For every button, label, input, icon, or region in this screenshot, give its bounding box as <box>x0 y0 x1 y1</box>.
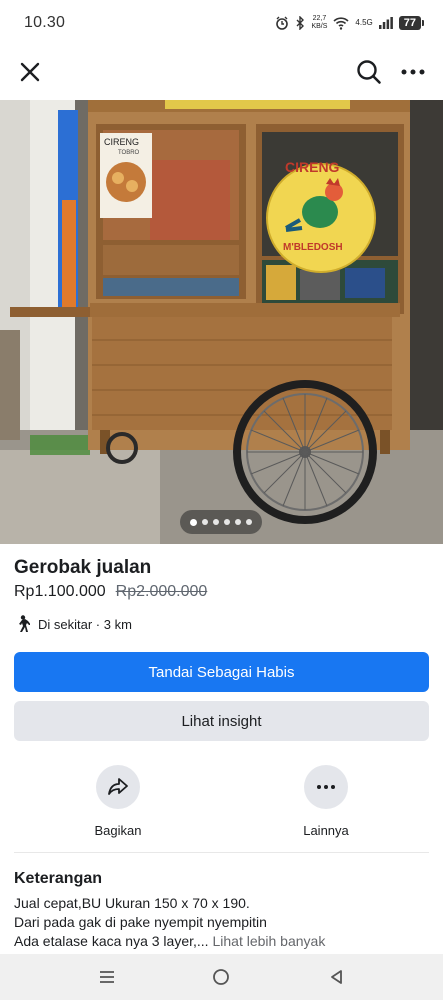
carousel-dot[interactable] <box>235 519 241 525</box>
status-time: 10.30 <box>24 14 66 31</box>
listing-title: Gerobak jualan <box>14 557 152 578</box>
app-bar <box>0 46 443 98</box>
sign-subtitle: M'BLEDOSH <box>283 242 343 253</box>
battery-indicator: 77 <box>398 16 425 30</box>
status-bar: 10.30 22,7 KB/S 4.5G 77 <box>0 0 443 46</box>
share-action[interactable]: Bagikan <box>73 765 163 838</box>
carousel-dot[interactable] <box>190 518 197 526</box>
image-carousel-indicator[interactable] <box>180 510 262 534</box>
description-line-with-more: Ada etalase kaca nya 3 layer,... Lihat l… <box>14 932 429 951</box>
recent-apps-button[interactable] <box>91 961 123 993</box>
description-text: Jual cepat,BU Ukuran 150 x 70 x 190. Dar… <box>14 894 429 951</box>
wifi-icon <box>333 16 349 30</box>
location-text: Di sekitar · 3 km <box>38 616 132 632</box>
status-icons: 22,7 KB/S 4.5G 77 <box>275 15 425 31</box>
poster-title: CIRENG <box>104 137 139 147</box>
poster-subtitle: TOBRO <box>118 150 140 156</box>
more-dots-icon <box>317 785 335 789</box>
more-icon <box>401 69 425 75</box>
description-heading: Keterangan <box>14 870 103 887</box>
close-button[interactable] <box>14 56 46 88</box>
location-row: Di sekitar · 3 km <box>14 615 132 633</box>
more-action[interactable]: Lainnya <box>281 765 371 838</box>
original-price: Rp2.000.000 <box>115 583 208 600</box>
description-line: Ada etalase kaca nya 3 layer,... <box>14 933 209 949</box>
description-line: Dari pada gak di pake nyempit nyempitin <box>14 914 267 930</box>
network-speed: 22,7 KB/S <box>311 15 327 31</box>
search-icon <box>357 60 381 84</box>
signal-icon <box>378 17 393 29</box>
close-icon <box>20 62 40 82</box>
cart-photo: CIRENG TOBRO CIRENG M'BLEDOSH <box>0 100 443 544</box>
bluetooth-icon <box>296 16 305 30</box>
more-button[interactable] <box>304 765 348 809</box>
description-line: Jual cepat,BU Ukuran 150 x 70 x 190. <box>14 895 250 911</box>
recent-apps-icon <box>100 971 115 983</box>
back-icon <box>330 970 342 984</box>
search-button[interactable] <box>353 56 385 88</box>
walking-icon <box>19 615 30 632</box>
speed-unit: KB/S <box>311 23 328 30</box>
carousel-dot[interactable] <box>246 519 252 525</box>
network-type: 4.5G <box>355 18 373 27</box>
share-icon <box>108 778 128 795</box>
sign-title: CIRENG <box>285 159 340 175</box>
back-button[interactable] <box>320 961 352 993</box>
carousel-dot[interactable] <box>224 519 230 525</box>
speed-value: 22,7 <box>312 15 327 22</box>
section-divider <box>14 852 429 853</box>
listing-photo[interactable]: CIRENG TOBRO CIRENG M'BLEDOSH <box>0 100 443 544</box>
see-more-link[interactable]: Lihat lebih banyak <box>212 933 325 949</box>
current-price: Rp1.100.000 <box>14 583 106 600</box>
insight-button[interactable]: Lihat insight <box>14 701 429 741</box>
carousel-dot[interactable] <box>213 519 219 525</box>
home-icon <box>213 969 230 985</box>
home-button[interactable] <box>205 961 237 993</box>
share-label: Bagikan <box>94 823 142 838</box>
menu-button[interactable] <box>397 56 429 88</box>
share-button[interactable] <box>96 765 140 809</box>
alarm-icon <box>276 16 289 30</box>
listing-prices: Rp1.100.000 Rp2.000.000 <box>14 583 207 601</box>
carousel-dot[interactable] <box>202 519 208 525</box>
app-bar-actions <box>353 56 429 88</box>
system-nav-bar <box>0 954 443 1000</box>
mark-sold-button[interactable]: Tandai Sebagai Habis <box>14 652 429 692</box>
more-label: Lainnya <box>303 823 349 838</box>
